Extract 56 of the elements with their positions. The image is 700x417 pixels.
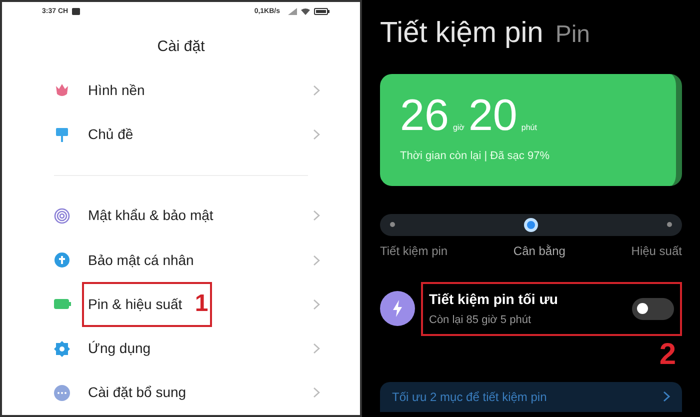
step-number: 1	[194, 289, 208, 320]
item-label: Cài đặt bổ sung	[88, 383, 186, 402]
item-label: Ứng dụng	[88, 339, 151, 358]
notification-icon	[72, 8, 80, 16]
item-label: Hình nền	[88, 80, 145, 100]
settings-item[interactable]: Hình nền	[2, 68, 360, 112]
battery-caption: Thời gian còn lại | Đã sạc 97%	[400, 148, 550, 164]
screen-title: Cài đặt	[156, 36, 206, 57]
gear-icon	[54, 340, 70, 357]
toggle-switch[interactable]	[632, 298, 674, 320]
hours-unit: giờ	[452, 122, 464, 134]
battery-status-icon	[314, 8, 330, 16]
settings-item[interactable]: Mật khẩu & bảo mật	[2, 194, 360, 238]
chevron-icon	[313, 387, 320, 398]
item-label: Chủ đề	[88, 125, 134, 144]
fingerprint-icon	[54, 208, 70, 224]
mode-stop[interactable]	[524, 218, 538, 232]
chevron-icon	[313, 129, 320, 140]
shield-icon	[54, 252, 70, 268]
minutes-value: 20	[468, 94, 518, 138]
option-subtitle: Còn lại 85 giờ 5 phút	[429, 312, 532, 328]
minutes-unit: phút	[521, 122, 537, 134]
settings-item[interactable]: Pin & hiệu suất 1	[2, 282, 360, 326]
chevron-icon	[313, 84, 320, 96]
option-title: Tiết kiệm pin tối ưu	[429, 290, 558, 309]
settings-item[interactable]: Cài đặt bổ sung	[2, 370, 360, 416]
chevron-icon	[663, 391, 670, 402]
step-number: 2	[659, 340, 676, 370]
item-label: Mật khẩu & bảo mật	[88, 206, 214, 226]
settings-item[interactable]: Bảo mật cá nhân	[2, 238, 360, 282]
mode-slider[interactable]	[380, 214, 682, 236]
chevron-icon	[313, 343, 320, 354]
chevron-icon	[313, 298, 320, 310]
optimal-saver-row[interactable]: Tiết kiệm pin tối ưu Còn lại 85 giờ 5 phút	[421, 282, 682, 336]
wifi-icon	[301, 8, 310, 16]
signal-icon	[288, 8, 297, 16]
hours-value: 26	[400, 94, 449, 138]
suggestion-card[interactable]: Tối ưu 2 mục để tiết kiệm pin	[380, 382, 682, 412]
chevron-icon	[313, 254, 320, 266]
battery-icon	[54, 298, 72, 310]
suggestion-label: Tối ưu 2 mục để tiết kiệm pin	[392, 388, 547, 406]
more-icon	[54, 384, 70, 401]
mode-label: Cân bằng	[513, 242, 566, 260]
header-tab[interactable]: Tiết kiệm pin	[380, 12, 544, 56]
brush-icon	[54, 126, 70, 143]
mode-label: Hiệu suất	[631, 242, 682, 260]
lightning-icon	[380, 291, 415, 326]
mode-label: Tiết kiệm pin	[380, 242, 448, 260]
item-label: Pin & hiệu suất	[88, 294, 182, 314]
flower-icon	[54, 82, 70, 98]
header-tab[interactable]: Pin	[555, 17, 590, 53]
settings-item[interactable]: Ứng dụng	[2, 326, 360, 371]
chevron-icon	[313, 210, 320, 222]
settings-item[interactable]: Chủ đề	[2, 112, 360, 157]
toggle-knob	[637, 303, 648, 314]
item-label: Bảo mật cá nhân	[88, 250, 194, 270]
